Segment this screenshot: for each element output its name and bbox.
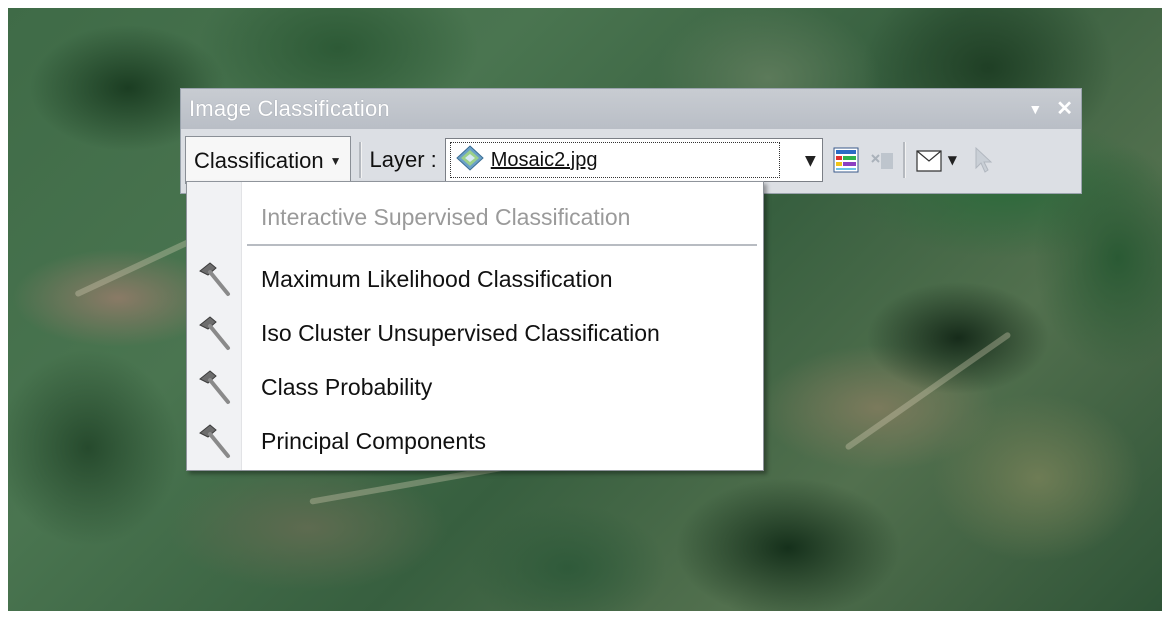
layer-select-value-box: Mosaic2.jpg — [449, 142, 780, 178]
reset-samples-icon[interactable] — [869, 147, 895, 173]
toolbar-title: Image Classification — [189, 96, 390, 121]
classification-menu-button[interactable]: Classification ▼ — [185, 136, 351, 184]
classification-dropdown-menu: Interactive Supervised Classification Ma… — [186, 181, 764, 471]
chevron-down-icon[interactable]: ▼ — [805, 153, 816, 169]
menu-item-label: Interactive Supervised Classification — [261, 203, 631, 230]
layer-select-value: Mosaic2.jpg — [490, 148, 598, 171]
menu-divider — [247, 244, 757, 246]
raster-layer-icon — [455, 144, 485, 176]
menu-item-class-probability[interactable]: Class Probability — [187, 360, 763, 414]
draw-polygon-icon[interactable] — [914, 147, 944, 173]
menu-item-maximum-likelihood-classification[interactable]: Maximum Likelihood Classification — [187, 252, 763, 306]
hammer-icon — [187, 421, 241, 461]
options-dropdown-icon[interactable]: ▼ — [1028, 102, 1042, 116]
toolbar-row: Classification ▼ Layer : Mosaic2.jpg ▼ ▼ — [185, 135, 1077, 185]
hammer-icon — [187, 367, 241, 407]
layer-label: Layer : — [369, 147, 437, 172]
select-pointer-icon[interactable] — [973, 146, 995, 174]
chevron-down-icon: ▼ — [329, 153, 342, 168]
menu-item-iso-cluster-unsupervised-classification[interactable]: Iso Cluster Unsupervised Classification — [187, 306, 763, 360]
toolbar-separator — [358, 142, 362, 178]
close-icon[interactable]: ✕ — [1056, 99, 1073, 119]
toolbar-separator — [902, 142, 906, 178]
menu-item-interactive-supervised-classification[interactable]: Interactive Supervised Classification — [187, 190, 763, 244]
layer-select[interactable]: Mosaic2.jpg ▼ — [444, 138, 823, 182]
hammer-icon — [187, 259, 241, 299]
toolbar-titlebar[interactable]: Image Classification ▼ ✕ — [181, 89, 1081, 129]
image-classification-toolbar: Image Classification ▼ ✕ Classification … — [180, 88, 1082, 194]
menu-item-principal-components[interactable]: Principal Components — [187, 414, 763, 468]
chevron-down-icon[interactable]: ▼ — [948, 153, 957, 167]
classification-menu-label: Classification — [194, 147, 324, 173]
menu-item-label: Principal Components — [261, 427, 487, 454]
hammer-icon — [187, 313, 241, 353]
training-sample-manager-icon[interactable] — [833, 147, 859, 173]
menu-item-label: Class Probability — [261, 373, 433, 400]
menu-item-label: Iso Cluster Unsupervised Classification — [261, 319, 660, 346]
menu-item-label: Maximum Likelihood Classification — [261, 265, 613, 292]
